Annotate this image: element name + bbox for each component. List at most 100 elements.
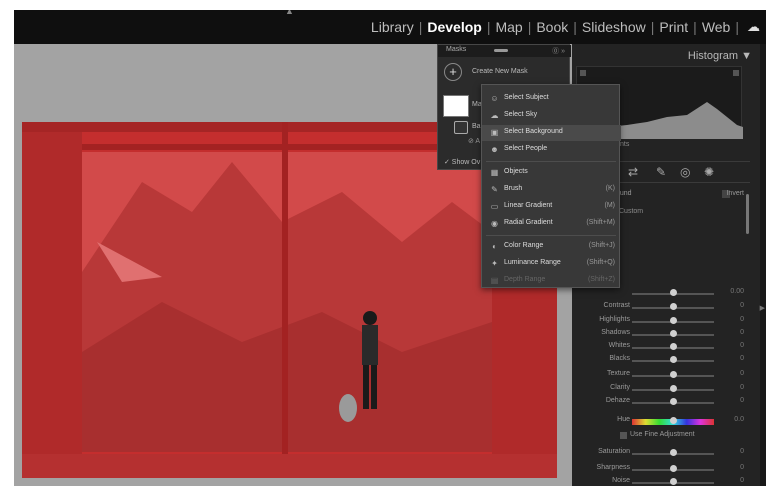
module-separator: | [418, 19, 423, 35]
slider-value[interactable]: 0.00 [730, 288, 744, 295]
slider-knob[interactable] [670, 398, 677, 405]
menu-item-select-people[interactable]: ☻ Select People [482, 142, 621, 158]
transform-icon[interactable]: ⇄ [628, 165, 638, 179]
slider-value[interactable]: 0 [740, 342, 744, 349]
slider-shadows[interactable]: Shadows 0 [572, 329, 752, 341]
slider-value[interactable]: 0 [740, 329, 744, 336]
slider-noise[interactable]: Noise 0 [572, 477, 752, 486]
menu-item-linear-gradient[interactable]: ▭ Linear Gradient (M) [482, 199, 621, 215]
slider-knob[interactable] [670, 417, 677, 424]
menu-item-select-subject[interactable]: ☺ Select Subject [482, 91, 621, 107]
expand-arrow-icon[interactable]: ▶ [760, 304, 765, 312]
panel-edge[interactable]: ▶ [760, 44, 766, 486]
menu-item-luminance-range[interactable]: ✦ Luminance Range (Shift+Q) [482, 256, 621, 272]
module-slideshow[interactable]: Slideshow [579, 19, 649, 35]
slider-value[interactable]: 0 [740, 397, 744, 404]
menu-item-select-sky[interactable]: ☁ Select Sky [482, 108, 621, 124]
module-web[interactable]: Web [699, 19, 734, 35]
slider-knob[interactable] [670, 343, 677, 350]
slider-knob[interactable] [670, 385, 677, 392]
mask-2-label[interactable]: Ba [472, 123, 481, 130]
module-print[interactable]: Print [656, 19, 691, 35]
slider-texture[interactable]: Texture 0 [572, 370, 752, 382]
create-new-mask-label[interactable]: Create New Mask [472, 68, 528, 75]
histogram-header[interactable]: Histogram ▼ [576, 48, 756, 64]
masking-icon[interactable]: ✺ [704, 165, 714, 179]
preset-dropdown[interactable]: Custom [619, 208, 643, 215]
masks-panel-header[interactable]: Masks ⓪ » [438, 45, 571, 57]
slider-label: Saturation [598, 448, 630, 455]
slider-knob[interactable] [670, 465, 677, 472]
menu-item-color-range[interactable]: ◐ Color Range (Shift+J) [482, 239, 621, 255]
histogram-title[interactable]: Histogram ▼ [688, 50, 752, 62]
slider-value[interactable]: 0 [740, 384, 744, 391]
menu-divider [486, 235, 616, 236]
slider-label: Noise [612, 477, 630, 484]
mask-thumbnail[interactable] [443, 95, 469, 117]
module-map[interactable]: Map [492, 19, 525, 35]
brush-tool-icon[interactable]: ✎ [656, 165, 666, 179]
panel-controls[interactable]: ⓪ » [552, 46, 565, 56]
create-new-mask-button[interactable]: + [444, 63, 462, 81]
slider-value[interactable]: 0 [740, 355, 744, 362]
slider-value[interactable]: 0 [740, 370, 744, 377]
fine-adjustment-checkbox[interactable] [620, 432, 627, 439]
menu-item-objects[interactable]: ▦ Objects [482, 165, 621, 181]
slider-knob[interactable] [670, 317, 677, 324]
module-library[interactable]: Library [368, 19, 417, 35]
slider-dehaze[interactable]: Dehaze 0 [572, 397, 752, 409]
menu-item-radial-gradient[interactable]: ◉ Radial Gradient (Shift+M) [482, 216, 621, 232]
slider-saturation[interactable]: Saturation 0 [572, 448, 752, 460]
slider-knob[interactable] [670, 478, 677, 485]
drag-grip-icon[interactable] [494, 49, 508, 52]
menu-item-icon: ▭ [490, 202, 499, 211]
menu-item-depth-range[interactable]: ▤ Depth Range (Shift+Z) [482, 273, 621, 289]
slider-blacks[interactable]: Blacks 0 [572, 355, 752, 367]
menu-item-label: Brush [504, 185, 523, 192]
module-develop[interactable]: Develop [424, 19, 484, 35]
slider-hue[interactable]: Hue 0.0 [572, 416, 752, 428]
slider-label: Whites [608, 342, 630, 349]
slider-highlights[interactable]: Highlights 0 [572, 316, 752, 328]
slider-value[interactable]: 0 [740, 448, 744, 455]
slider-label: Dehaze [605, 397, 630, 404]
slider-exposure[interactable]: 0.00 [572, 288, 752, 300]
slider-value[interactable]: 0.0 [734, 416, 744, 423]
slider-value[interactable]: 0 [740, 316, 744, 323]
menu-item-brush[interactable]: ✎ Brush (K) [482, 182, 621, 198]
module-separator: | [650, 19, 655, 35]
slider-clarity[interactable]: Clarity 0 [572, 384, 752, 396]
slider-value[interactable]: 0 [740, 464, 744, 471]
module-picker: Library | Develop | Map | Book | Slidesh… [368, 10, 766, 44]
background-mask-icon[interactable] [454, 121, 468, 134]
slider-label: Sharpness [596, 464, 630, 471]
module-book[interactable]: Book [533, 19, 571, 35]
slider-knob[interactable] [670, 289, 677, 296]
histogram-sublabel: nts [620, 141, 630, 148]
redeye-icon[interactable]: ◎ [680, 165, 690, 179]
menu-item-shortcut: (Shift+M) [586, 219, 615, 226]
slider-value[interactable]: 0 [740, 477, 744, 484]
module-separator: | [486, 19, 491, 35]
menu-item-select-background[interactable]: ▣ Select Background [482, 125, 621, 141]
menu-item-shortcut: (Shift+Z) [587, 276, 615, 283]
menu-divider [486, 161, 616, 162]
slider-whites[interactable]: Whites 0 [572, 342, 752, 354]
slider-knob[interactable] [670, 303, 677, 310]
slider-knob[interactable] [670, 356, 677, 363]
slider-value[interactable]: 0 [740, 302, 744, 309]
slider-sharpness[interactable]: Sharpness 0 [572, 464, 752, 476]
add-subtract-button[interactable]: ⊘ A [468, 137, 480, 145]
menu-item-shortcut: (M) [604, 202, 616, 209]
menu-item-icon: ▦ [490, 168, 499, 177]
menu-item-icon: ☺ [490, 94, 499, 103]
show-overlay-checkbox[interactable]: ✓ Show Ov [444, 158, 480, 166]
cloud-icon[interactable]: ☁ [747, 19, 760, 35]
slider-knob[interactable] [670, 449, 677, 456]
scrollbar[interactable] [746, 194, 749, 234]
slider-knob[interactable] [670, 371, 677, 378]
slider-contrast[interactable]: Contrast 0 [572, 302, 752, 314]
slider-knob[interactable] [670, 330, 677, 337]
photo-with-mask-overlay[interactable] [22, 122, 557, 478]
collapse-top-icon[interactable]: ▲ [285, 10, 294, 16]
